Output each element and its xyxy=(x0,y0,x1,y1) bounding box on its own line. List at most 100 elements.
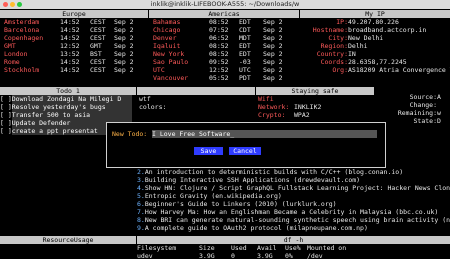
news-item[interactable]: 5. Entropic Gravity (en.wikipedia.org) xyxy=(137,192,450,200)
minimize-window-icon[interactable] xyxy=(10,2,15,7)
clock-time: 14:52 xyxy=(60,66,80,74)
todo-item[interactable]: [ ] Download Zondagi Na Milegi D xyxy=(0,95,136,103)
staying-title: Staying safe xyxy=(256,87,374,95)
new-todo-label: New Todo: xyxy=(112,130,148,138)
news-item[interactable]: 4. Show HN: Clojure / Script GraphQL Ful… xyxy=(137,184,450,192)
news-item[interactable]: 3. Building Interactive SSH Applications… xyxy=(137,176,450,184)
ip-row: Org: AS18209 Atria Convergence Technolog… xyxy=(300,66,450,74)
maximize-window-icon[interactable] xyxy=(17,2,22,7)
news-item[interactable]: 2. An introduction to deterministic buil… xyxy=(137,168,450,176)
middle-rows: wtf colors: xyxy=(137,95,255,111)
source-row: Source: A xyxy=(375,93,450,101)
todo-item[interactable]: [ ] Resolve yesterday's bugs xyxy=(0,103,136,111)
news-item[interactable]: 7. How Harvey Ma: How an Englishman Beca… xyxy=(137,208,450,216)
ip-value: IN xyxy=(348,50,356,58)
todo-text: Resolve yesterday's bugs xyxy=(11,103,132,111)
news-item[interactable]: 8. New BRI can generate natural-sounding… xyxy=(137,216,450,224)
europe-clock-pane: Europe Amsterdam 14:52 CEST Sep 2 Barcelona 1… xyxy=(0,10,148,82)
staying-row: Crypto: WPA2 xyxy=(258,111,374,119)
timezone: UTC xyxy=(239,66,251,74)
df-cell: 0% xyxy=(285,252,293,259)
city-name: New York xyxy=(153,50,185,58)
news-title: New BRI can generate natural-sounding sy… xyxy=(144,216,450,224)
news-number: 7. xyxy=(137,208,145,216)
city-name: UTC xyxy=(153,66,165,74)
source-value: D xyxy=(437,117,441,125)
middle-title xyxy=(137,87,255,95)
df-header-cell: Mounted on xyxy=(307,244,347,252)
ip-label: Org: xyxy=(332,66,348,74)
source-label: Source: xyxy=(409,93,437,101)
news-title: How Harvey Ma: How an Englishman Became … xyxy=(144,208,439,216)
americas-rows: Bahamas 08:52 EDT Sep 2 Chicago 07:52 CDT Sep 2… xyxy=(149,18,299,82)
news-item[interactable]: 6. Beginner's Guide to Linkers (2010) (l… xyxy=(137,200,450,208)
city-name: London xyxy=(4,50,28,58)
window-titlebar: inklik@inklik-LIFEBOOK-A555: ~/Downloads… xyxy=(0,0,450,9)
news-number: 4. xyxy=(137,184,145,192)
clock-date: Sep 2 xyxy=(263,18,283,26)
staying-value: INKLIK2 xyxy=(294,103,322,111)
ip-row: IP: 49.207.80.226 xyxy=(300,18,450,26)
df-header-cell: Use% xyxy=(285,244,301,252)
df-header-cell: Used xyxy=(231,244,247,252)
clock-time: 13:52 xyxy=(60,50,80,58)
news-number: 8. xyxy=(137,216,145,224)
clock-time: 08:52 xyxy=(209,42,229,50)
news-number: 2. xyxy=(137,168,145,176)
window-title: inklik@inklik-LIFEBOOK-A555: ~/Downloads… xyxy=(150,0,300,8)
clock-date: Sep 2 xyxy=(263,50,283,58)
cancel-button[interactable]: Cancel xyxy=(229,147,261,155)
clock-time: 05:52 xyxy=(209,74,229,82)
todo-checkbox: [ ] xyxy=(0,119,12,127)
city-name: Chicago xyxy=(153,26,181,34)
source-rows: Source: A Change: Remaining: w State: D xyxy=(375,93,450,125)
clock-row: Iqaluit 08:52 EDT Sep 2 xyxy=(149,42,299,50)
clock-time: 14:52 xyxy=(60,18,80,26)
staying-safe-pane: Staying safe Wifi Network: INKLIK2 Crypto: W… xyxy=(256,87,374,127)
clock-time: 14:52 xyxy=(60,58,80,66)
news-number: 6. xyxy=(137,200,145,208)
df-cell: 0 xyxy=(231,252,235,259)
ip-label: Region: xyxy=(320,42,348,50)
clock-time: 12:52 xyxy=(209,66,229,74)
ip-value: 28.6358,77.2245 xyxy=(348,58,407,66)
todo-checkbox: [ ] xyxy=(0,111,12,119)
news-title: A complete guide to OAuth2 protocol (mil… xyxy=(144,224,368,232)
terminal-window: inklik@inklik-LIFEBOOK-A555: ~/Downloads… xyxy=(0,0,450,259)
df-title: df -h xyxy=(137,236,450,244)
clock-row: Barcelona 14:52 CEST Sep 2 xyxy=(0,26,148,34)
clock-date: Sep 2 xyxy=(263,42,283,50)
ip-value: broadband.actcorp.in xyxy=(348,26,427,34)
df-row: udev 3.9G 0 3.9G 0% /dev xyxy=(137,252,450,259)
save-button[interactable]: Save xyxy=(194,147,223,155)
city-name: Bahamas xyxy=(153,18,181,26)
todo-item[interactable]: [ ] Transfer 500 to asia xyxy=(0,111,136,119)
clock-time: 14:52 xyxy=(60,26,80,34)
city-name: Barcelona xyxy=(4,26,40,34)
ip-label: Hostname: xyxy=(312,26,348,34)
ip-label: Country: xyxy=(316,50,348,58)
clock-row: Vancouver 05:52 PDT Sep 2 xyxy=(149,74,299,82)
df-cell: /dev xyxy=(307,252,323,259)
clock-row: Denver 06:52 MDT Sep 2 xyxy=(149,34,299,42)
source-value: A xyxy=(437,93,441,101)
timezone: GMT xyxy=(90,42,102,50)
middle-row: wtf xyxy=(139,95,151,103)
staying-label: Wifi xyxy=(258,95,274,103)
close-window-icon[interactable] xyxy=(3,2,8,7)
clock-row: Bahamas 08:52 EDT Sep 2 xyxy=(149,18,299,26)
timezone: CEST xyxy=(90,18,106,26)
source-pane: Source: A Change: Remaining: w State: D xyxy=(375,93,450,133)
news-pane: 2. An introduction to deterministic buil… xyxy=(137,168,450,234)
clock-time: 08:52 xyxy=(209,50,229,58)
timezone: EDT xyxy=(239,18,251,26)
europe-title: Europe xyxy=(0,10,148,18)
city-name: Amsterdam xyxy=(4,18,40,26)
new-todo-input[interactable]: I Love Free Software_ xyxy=(152,130,377,138)
middle-pane: wtf colors: xyxy=(137,87,255,127)
df-cell: udev xyxy=(137,252,153,259)
df-table: Filesystem Size Used Avail Use% Mounted on ude… xyxy=(137,244,450,259)
clock-row: UTC 12:52 UTC Sep 2 xyxy=(149,66,299,74)
clock-date: Sep 2 xyxy=(114,34,134,42)
news-item[interactable]: 9. A complete guide to OAuth2 protocol (… xyxy=(137,224,450,232)
